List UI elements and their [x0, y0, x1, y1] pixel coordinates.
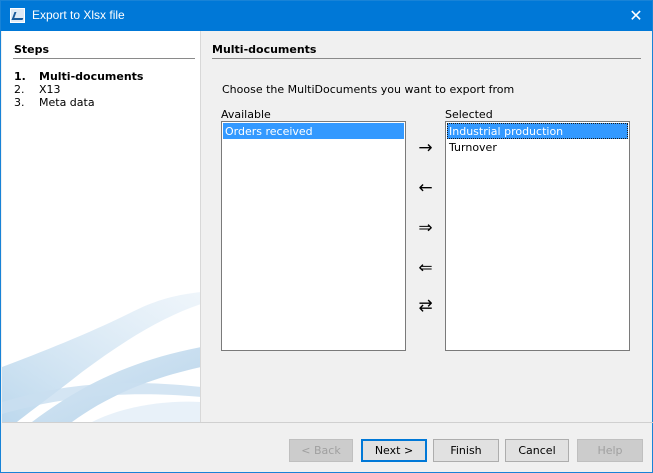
step-item: 2. X13 [14, 83, 143, 96]
back-button[interactable]: < Back [289, 439, 353, 462]
window-title: Export to Xlsx file [32, 8, 125, 22]
finish-button[interactable]: Finish [433, 439, 499, 462]
remove-arrow-button[interactable]: ← [413, 178, 438, 200]
close-icon[interactable]: ✕ [620, 1, 652, 31]
page-title: Multi-documents [212, 43, 317, 56]
step-number: 1. [14, 70, 26, 83]
available-list[interactable]: Orders received [221, 121, 406, 351]
cancel-button[interactable]: Cancel [505, 439, 569, 462]
title-bar[interactable]: Export to Xlsx file ✕ [1, 1, 652, 31]
steps-divider [13, 58, 195, 59]
add-arrow-button[interactable]: → [413, 138, 438, 160]
steps-panel: Steps 1. Multi-documents 2. X13 3. Meta dat… [2, 31, 201, 422]
step-label: X13 [39, 83, 61, 96]
instruction-text: Choose the MultiDocuments you want to ex… [222, 83, 515, 96]
step-number: 2. [14, 83, 25, 96]
next-button[interactable]: Next > [361, 439, 427, 462]
step-label: Multi-documents [39, 70, 144, 83]
selected-list[interactable]: Industrial production Turnover [445, 121, 630, 351]
decorative-swoosh-graphic [2, 292, 200, 422]
title-divider [212, 58, 641, 59]
step-item: 1. Multi-documents [14, 70, 143, 83]
remove-all-arrow-button[interactable]: ⇐ [413, 258, 438, 280]
content-panel: Multi-documents Choose the MultiDocument… [201, 31, 652, 422]
app-chart-icon [10, 8, 25, 23]
steps-list: 1. Multi-documents 2. X13 3. Meta data [14, 70, 143, 109]
available-label: Available [221, 108, 271, 121]
add-all-arrow-button[interactable]: ⇒ [413, 218, 438, 240]
export-dialog: Export to Xlsx file ✕ Steps 1. Multi-docu… [0, 0, 653, 473]
list-item[interactable]: Orders received [223, 123, 404, 139]
help-button[interactable]: Help [577, 439, 643, 462]
step-number: 3. [14, 96, 25, 109]
selected-label: Selected [445, 108, 493, 121]
swap-arrow-button[interactable]: ⇄ [413, 296, 438, 318]
list-item[interactable]: Industrial production [447, 123, 628, 139]
step-label: Meta data [39, 96, 95, 109]
list-item[interactable]: Turnover [447, 139, 628, 155]
steps-header: Steps [14, 43, 50, 56]
footer-divider [2, 422, 653, 423]
step-item: 3. Meta data [14, 96, 143, 109]
